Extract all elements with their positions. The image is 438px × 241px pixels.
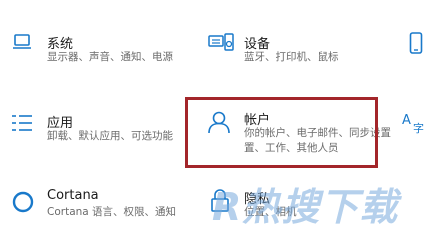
tile-time-language[interactable]: A 字: [398, 108, 438, 148]
tile-cortana-desc: Cortana 语言、权限、通知: [47, 206, 177, 218]
tile-apps-desc: 卸载、默认应用、可选功能: [47, 130, 173, 142]
tile-system-desc: 显示器、声音、通知、电源: [47, 51, 173, 63]
tile-apps[interactable]: 应用 卸载、默认应用、可选功能: [0, 108, 175, 158]
time-language-icon: A 字: [401, 110, 427, 138]
tile-cortana-title: Cortana: [47, 188, 99, 203]
svg-text:A: A: [402, 113, 411, 128]
cortana-ring-icon: [11, 190, 35, 218]
tile-devices-desc: 蓝牙、打印机、鼠标: [244, 51, 339, 63]
lock-icon: [211, 189, 229, 217]
tile-devices[interactable]: 设备 蓝牙、打印机、鼠标: [200, 20, 370, 70]
laptop-icon: [12, 32, 32, 56]
tile-system[interactable]: 系统 显示器、声音、通知、电源: [0, 20, 175, 70]
tile-phone[interactable]: [400, 20, 438, 70]
phone-icon: [409, 32, 423, 58]
keyboard-speaker-icon: [208, 32, 234, 58]
tile-privacy[interactable]: 隐私 位置、相机: [195, 188, 375, 238]
svg-text:字: 字: [413, 121, 424, 134]
apps-list-icon: [11, 113, 33, 137]
tile-privacy-desc: 位置、相机: [244, 206, 297, 218]
highlight-box: [185, 97, 378, 168]
tile-cortana[interactable]: Cortana Cortana 语言、权限、通知: [0, 188, 177, 238]
